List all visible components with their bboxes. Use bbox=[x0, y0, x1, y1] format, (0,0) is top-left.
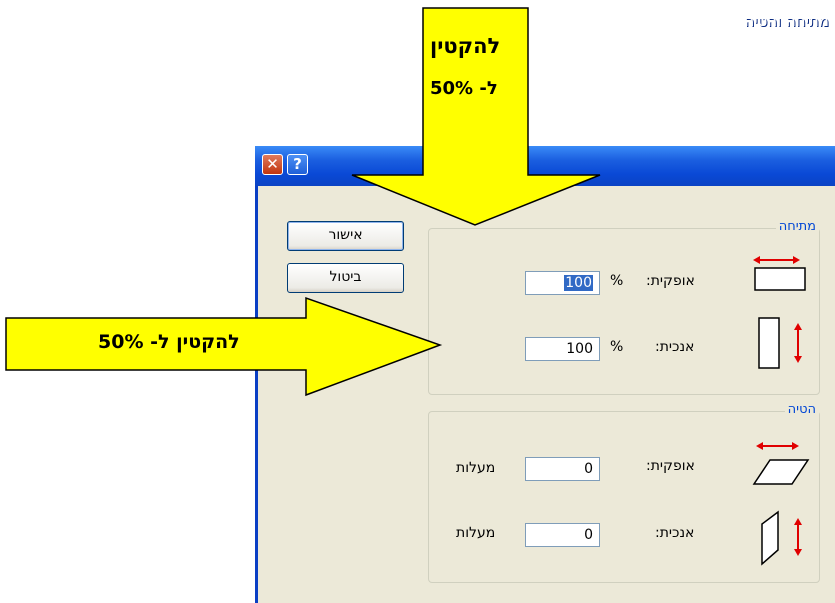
annotation-arrows bbox=[5, 7, 601, 397]
top-arrow-text-line2: ל- 50% bbox=[430, 78, 498, 99]
top-arrow-text-line1: להקטין bbox=[430, 34, 501, 58]
left-arrow-text: להקטין ל- 50% bbox=[98, 331, 240, 353]
